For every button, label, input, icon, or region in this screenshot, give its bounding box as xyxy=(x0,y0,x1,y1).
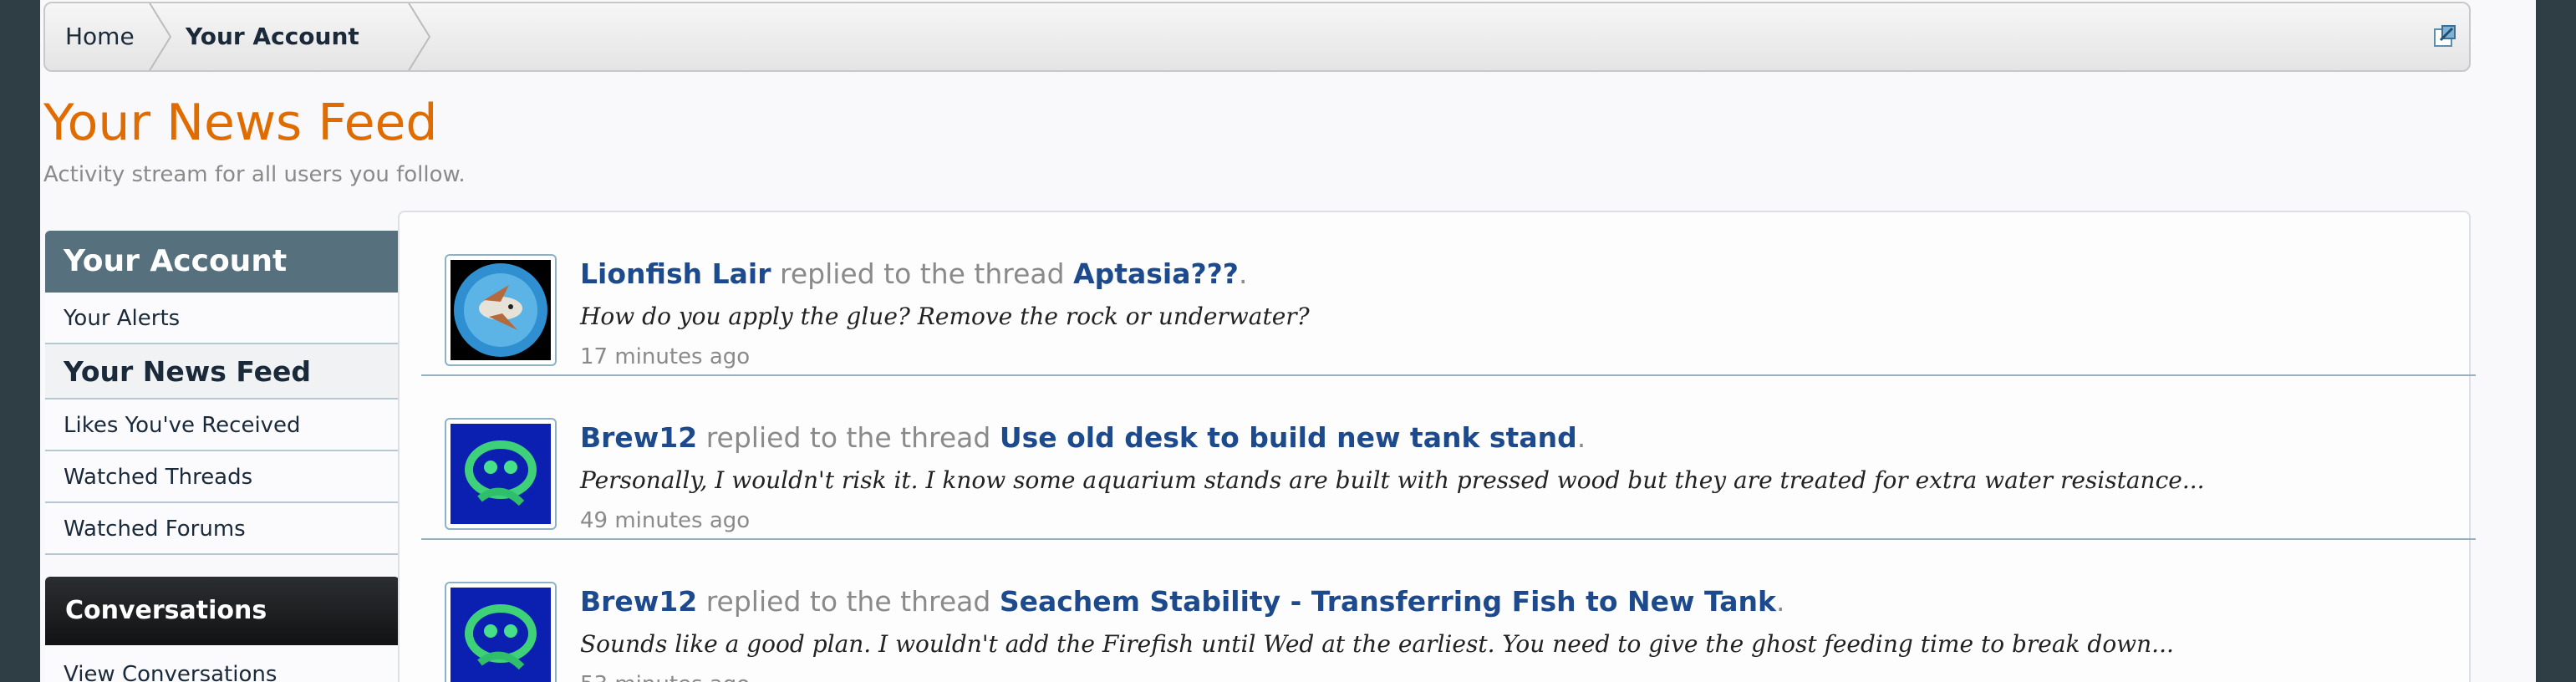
feed-item-action: replied to the thread xyxy=(697,421,1000,454)
breadcrumb-separator-icon xyxy=(408,3,431,70)
external-link-icon[interactable] xyxy=(2432,23,2457,48)
feed-item-snippet: How do you apply the glue? Remove the ro… xyxy=(580,303,1310,330)
feed-item-time[interactable]: 49 minutes ago xyxy=(580,508,750,533)
sidebar-item-likes-received[interactable]: Likes You've Received xyxy=(45,400,400,451)
feed-item: Brew12 replied to the thread Seachem Sta… xyxy=(421,540,2476,682)
page-title: Your News Feed xyxy=(43,94,438,152)
feed-item-headline: Lionfish Lair replied to the thread Apta… xyxy=(580,257,1247,290)
feed-item-user-link[interactable]: Brew12 xyxy=(580,421,697,454)
feed-item-time[interactable]: 53 minutes ago xyxy=(580,672,750,682)
feed-item: Lionfish Lair replied to the thread Apta… xyxy=(421,212,2476,376)
sidebar-item-your-news-feed[interactable]: Your News Feed xyxy=(45,344,400,400)
brew12-avatar-image xyxy=(451,424,551,524)
news-feed: Lionfish Lair replied to the thread Apta… xyxy=(398,211,2476,682)
breadcrumb: Home Your Account xyxy=(43,2,2471,72)
feed-item-thread-link[interactable]: Aptasia??? xyxy=(1073,257,1239,290)
sidebar-item-watched-threads[interactable]: Watched Threads xyxy=(45,451,400,503)
feed-item-action: replied to the thread xyxy=(771,257,1074,290)
brew12-avatar-image xyxy=(451,588,551,682)
sidebar-heading-conversations[interactable]: Conversations xyxy=(45,577,400,645)
feed-item-headline: Brew12 replied to the thread Seachem Sta… xyxy=(580,585,1785,618)
feed-item-snippet: Sounds like a good plan. I wouldn't add … xyxy=(580,630,2174,658)
brew12-avatar[interactable] xyxy=(445,582,557,682)
lionfish-avatar[interactable] xyxy=(445,254,557,366)
feed-item-snippet: Personally, I wouldn't risk it. I know s… xyxy=(580,466,2205,494)
feed-item-thread-link[interactable]: Use old desk to build new tank stand xyxy=(1000,421,1577,454)
feed-item-period: . xyxy=(1238,257,1248,290)
feed-item-user-link[interactable]: Lionfish Lair xyxy=(580,257,771,290)
feed-item: Brew12 replied to the thread Use old des… xyxy=(421,376,2476,540)
lionfish-avatar-image xyxy=(454,263,547,357)
sidebar-item-view-conversations[interactable]: View Conversations xyxy=(45,645,400,682)
feed-item-period: . xyxy=(1576,421,1586,454)
sidebar: Your Account Your Alerts Your News Feed … xyxy=(45,231,400,682)
breadcrumb-home-link[interactable]: Home xyxy=(65,3,135,70)
feed-item-action: replied to the thread xyxy=(697,585,1000,618)
page-subtitle: Activity stream for all users you follow… xyxy=(43,162,466,187)
breadcrumb-current[interactable]: Your Account xyxy=(186,3,359,70)
sidebar-item-your-alerts[interactable]: Your Alerts xyxy=(45,293,400,344)
feed-item-headline: Brew12 replied to the thread Use old des… xyxy=(580,421,1586,454)
feed-item-user-link[interactable]: Brew12 xyxy=(580,585,697,618)
feed-item-time[interactable]: 17 minutes ago xyxy=(580,344,750,369)
brew12-avatar[interactable] xyxy=(445,418,557,530)
feed-item-thread-link[interactable]: Seachem Stability - Transferring Fish to… xyxy=(1000,585,1776,618)
sidebar-item-watched-forums[interactable]: Watched Forums xyxy=(45,503,400,555)
sidebar-heading-your-account[interactable]: Your Account xyxy=(45,231,400,293)
feed-item-period: . xyxy=(1776,585,1785,618)
breadcrumb-separator-icon xyxy=(149,3,172,70)
